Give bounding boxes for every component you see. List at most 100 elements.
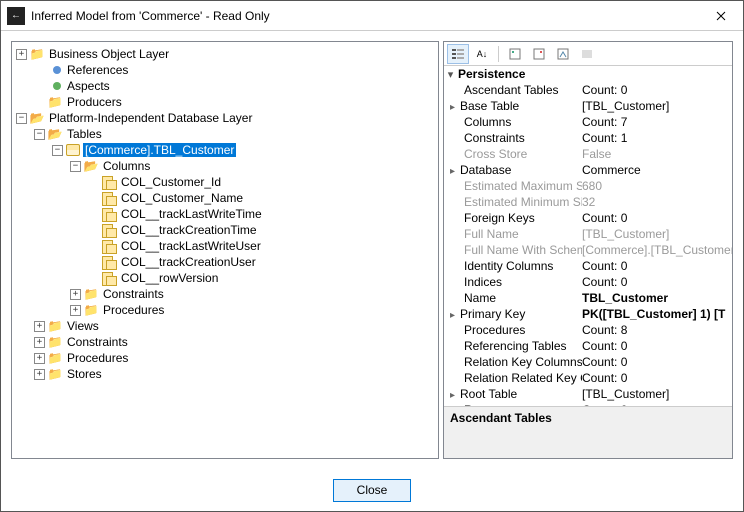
property-row[interactable]: Full Name With Schema[Commerce].[TBL_Cus…: [444, 242, 732, 258]
collapse-icon[interactable]: −: [52, 145, 63, 156]
property-row[interactable]: ▸Base Table[TBL_Customer]: [444, 98, 732, 114]
folder-icon: 📁: [47, 367, 63, 381]
toolbar-button[interactable]: [552, 44, 574, 64]
column-icon: [101, 271, 117, 285]
tree-node-stores[interactable]: +📁Stores: [34, 366, 436, 382]
property-value: Count: 0: [582, 83, 732, 97]
property-row[interactable]: Ascendant Tables Count: 0: [444, 82, 732, 98]
property-grid[interactable]: ▾ Persistence Ascendant TablesCount: 0▸B…: [444, 66, 732, 406]
column-icon: [101, 207, 117, 221]
collapse-icon[interactable]: −: [16, 113, 27, 124]
property-row[interactable]: Relation Key ColumnsCount: 0: [444, 354, 732, 370]
tree-node-business-object-layer[interactable]: +📁Business Object Layer: [16, 46, 436, 62]
property-value: 680: [582, 179, 732, 193]
property-name: Referencing Tables: [464, 339, 567, 353]
expand-icon[interactable]: +: [34, 337, 45, 348]
tree-panel[interactable]: +📁Business Object Layer References Aspec…: [11, 41, 439, 459]
folder-icon: 📁: [29, 47, 45, 61]
property-name: Database: [460, 163, 511, 177]
property-row[interactable]: ProceduresCount: 8: [444, 322, 732, 338]
tree-node-tables[interactable]: −📂Tables: [34, 126, 436, 142]
tree-node-constraints[interactable]: +📁Constraints: [70, 286, 436, 302]
property-value: Count: 0: [582, 355, 732, 369]
property-value: [TBL_Customer]: [582, 99, 732, 113]
property-row[interactable]: Foreign KeysCount: 0: [444, 210, 732, 226]
collapse-icon[interactable]: −: [34, 129, 45, 140]
tree-node-procedures-top[interactable]: +📁Procedures: [34, 350, 436, 366]
property-name: Constraints: [464, 131, 525, 145]
property-row[interactable]: Referencing Tables Count: 0: [444, 338, 732, 354]
tree-node-producers[interactable]: 📁Producers: [34, 94, 436, 110]
tree-node-columns[interactable]: −📂Columns: [70, 158, 436, 174]
folder-icon: 📁: [47, 335, 63, 349]
property-toolbar: A↓: [444, 42, 732, 66]
tree-node-column[interactable]: COL_Customer_Name: [88, 190, 436, 206]
expand-icon[interactable]: +: [34, 353, 45, 364]
chevron-right-icon[interactable]: ▸: [450, 166, 460, 177]
chevron-right-icon[interactable]: ▸: [450, 310, 460, 321]
property-row[interactable]: NameTBL_Customer: [444, 290, 732, 306]
folder-icon: 📁: [47, 95, 63, 109]
close-button[interactable]: Close: [333, 479, 411, 502]
property-row[interactable]: RowsCount: 0: [444, 402, 732, 406]
categorized-button[interactable]: [447, 44, 469, 64]
toolbar-button[interactable]: [504, 44, 526, 64]
property-name: Relation Related Key Columns: [464, 371, 582, 385]
property-category[interactable]: ▾ Persistence: [444, 66, 732, 82]
description-title: Ascendant Tables: [450, 411, 552, 425]
property-row[interactable]: ▸Primary KeyPK([TBL_Customer] 1) [T: [444, 306, 732, 322]
collapse-icon[interactable]: ▾: [446, 70, 455, 79]
toolbar-button: [576, 44, 598, 64]
property-value: Count: 0: [582, 403, 732, 406]
property-row[interactable]: Full Name[TBL_Customer]: [444, 226, 732, 242]
property-row[interactable]: ▸DatabaseCommerce: [444, 162, 732, 178]
folder-icon: 📁: [83, 287, 99, 301]
expand-icon[interactable]: +: [70, 289, 81, 300]
property-row[interactable]: Identity ColumnsCount: 0: [444, 258, 732, 274]
property-row[interactable]: ▸Root Table[TBL_Customer]: [444, 386, 732, 402]
tree-node-column[interactable]: COL__trackCreationUser: [88, 254, 436, 270]
property-row[interactable]: Estimated Maximum Size680: [444, 178, 732, 194]
property-value: Count: 0: [582, 371, 732, 385]
toolbar-button[interactable]: [528, 44, 550, 64]
tree-node-column[interactable]: COL_Customer_Id: [88, 174, 436, 190]
tree-node-table-customer[interactable]: −[Commerce].TBL_Customer: [52, 142, 436, 158]
property-name: Ascendant Tables: [464, 83, 559, 97]
alphabetical-button[interactable]: A↓: [471, 44, 493, 64]
tree-node-column[interactable]: COL__trackLastWriteUser: [88, 238, 436, 254]
window-close-button[interactable]: [699, 1, 743, 30]
property-row[interactable]: ColumnsCount: 7: [444, 114, 732, 130]
tree-node-column[interactable]: COL__trackLastWriteTime: [88, 206, 436, 222]
tree-node-column[interactable]: COL__trackCreationTime: [88, 222, 436, 238]
tree-node-references[interactable]: References: [34, 62, 436, 78]
tree-node-aspects[interactable]: Aspects: [34, 78, 436, 94]
tree-node-db-layer[interactable]: −📂Platform-Independent Database Layer: [16, 110, 436, 126]
property-name: Indices: [464, 275, 502, 289]
property-row[interactable]: Relation Related Key ColumnsCount: 0: [444, 370, 732, 386]
chevron-right-icon[interactable]: ▸: [450, 102, 460, 113]
tree-node-constraints-top[interactable]: +📁Constraints: [34, 334, 436, 350]
property-row[interactable]: IndicesCount: 0: [444, 274, 732, 290]
collapse-icon[interactable]: −: [70, 161, 81, 172]
property-row[interactable]: Cross StoreFalse: [444, 146, 732, 162]
property-value: Count: 0: [582, 211, 732, 225]
property-panel: A↓ ▾ Persistence Ascendant Tables Count: …: [443, 41, 733, 459]
close-icon: [716, 11, 726, 21]
column-icon: [101, 223, 117, 237]
chevron-right-icon[interactable]: ▸: [450, 390, 460, 401]
expand-icon[interactable]: +: [34, 369, 45, 380]
expand-icon[interactable]: +: [70, 305, 81, 316]
expand-icon[interactable]: +: [34, 321, 45, 332]
property-row[interactable]: ConstraintsCount: 1: [444, 130, 732, 146]
property-value: [TBL_Customer]: [582, 387, 732, 401]
tree-node-column[interactable]: COL__rowVersion: [88, 270, 436, 286]
tree-node-procedures[interactable]: +📁Procedures: [70, 302, 436, 318]
property-name: Estimated Maximum Size: [464, 179, 582, 193]
property-name: Primary Key: [460, 307, 525, 321]
folder-icon: 📂: [47, 127, 63, 141]
expand-icon[interactable]: +: [16, 49, 27, 60]
property-value: Count: 0: [582, 339, 732, 353]
folder-icon: 📂: [29, 111, 45, 125]
tree-node-views[interactable]: +📁Views: [34, 318, 436, 334]
property-row[interactable]: Estimated Minimum Size32: [444, 194, 732, 210]
